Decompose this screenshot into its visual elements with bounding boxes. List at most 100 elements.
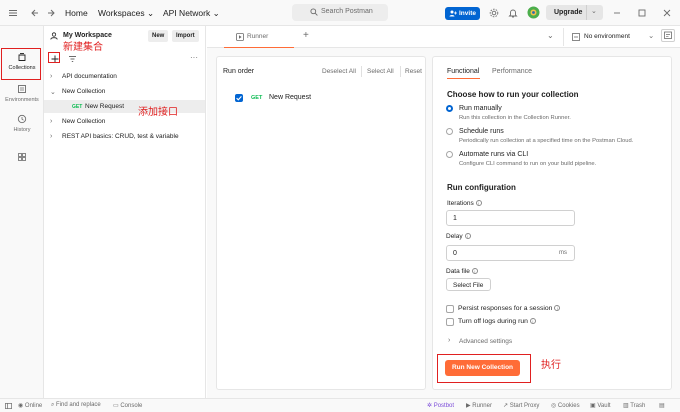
info-icon[interactable]: i <box>471 268 478 275</box>
tree-item-api-documentation[interactable]: › API documentation <box>44 70 205 83</box>
environment-label: No environment <box>584 33 630 40</box>
layout-icon[interactable]: ▤ <box>659 402 665 409</box>
status-start-proxy[interactable]: ↗ Start Proxy <box>503 402 539 409</box>
automate-cli-radio[interactable] <box>446 151 453 158</box>
minimize-icon[interactable] <box>612 8 622 18</box>
find-replace-icon: ⌕ <box>51 402 55 408</box>
annotation-box-collections <box>1 48 41 80</box>
chevron-right-icon[interactable]: › <box>448 337 450 344</box>
chevron-right-icon[interactable]: › <box>50 118 52 125</box>
tree-item-label: New Request <box>85 103 125 110</box>
grid-plus-icon <box>17 152 27 162</box>
status-trash-label: Trash <box>630 403 646 409</box>
info-icon[interactable]: i <box>464 233 471 240</box>
filter-icon[interactable] <box>68 55 77 63</box>
status-online[interactable]: ◉ Online <box>18 402 42 409</box>
info-icon[interactable]: i <box>554 305 561 312</box>
schedule-runs-title[interactable]: Schedule runs <box>459 128 504 135</box>
environment-quick-look-icon[interactable] <box>661 29 675 42</box>
info-icon[interactable]: i <box>529 318 536 325</box>
new-tab-plus-icon[interactable]: + <box>303 30 309 41</box>
run-order-item-checkbox[interactable] <box>235 94 243 102</box>
tree-item-label: New Collection <box>62 88 106 95</box>
run-order-panel: Run order Deselect All Select All Reset … <box>216 56 426 390</box>
tree-item-label: API documentation <box>62 73 117 80</box>
nav-home[interactable]: Home <box>65 8 88 18</box>
status-find-replace[interactable]: ⌕ Find and replace <box>51 402 101 409</box>
chevron-right-icon[interactable]: › <box>50 73 52 80</box>
new-button[interactable]: New <box>148 30 169 42</box>
settings-gear-icon[interactable] <box>489 8 499 18</box>
rail-environments[interactable]: Environments <box>0 84 44 103</box>
turn-off-logs-checkbox[interactable] <box>446 318 454 326</box>
avatar[interactable] <box>527 6 540 19</box>
chevron-right-icon[interactable]: › <box>50 133 52 140</box>
search-icon <box>310 8 318 16</box>
status-vault-label: Vault <box>597 403 611 409</box>
search-input[interactable]: Search Postman <box>292 4 388 21</box>
menu-icon[interactable] <box>8 8 18 18</box>
status-postbot-label: Postbot <box>433 403 455 409</box>
tab-performance[interactable]: Performance <box>492 68 532 75</box>
get-method-badge: GET <box>251 95 263 101</box>
status-trash[interactable]: ▥ Trash <box>623 402 645 409</box>
deselect-all-button[interactable]: Deselect All <box>322 68 356 75</box>
iterations-label: Iterations i <box>447 200 482 207</box>
nav-api-network[interactable]: API Network ⌄ <box>163 8 220 19</box>
rail-history[interactable]: History <box>0 114 44 133</box>
trash-icon: ▥ <box>623 403 629 409</box>
invite-button[interactable]: Invite <box>445 7 480 20</box>
select-all-button[interactable]: Select All <box>367 68 394 75</box>
reset-button[interactable]: Reset <box>405 68 422 75</box>
close-icon[interactable] <box>662 8 672 18</box>
info-icon[interactable]: i <box>475 200 482 207</box>
divider <box>361 66 362 77</box>
status-console[interactable]: ▭ Console <box>113 402 142 409</box>
run-configuration-heading: Run configuration <box>447 183 516 192</box>
chevron-down-icon: ⌄ <box>212 8 220 18</box>
tree-item-label: New Collection <box>62 118 106 125</box>
tree-item-label: REST API basics: CRUD, test & variable <box>62 133 179 140</box>
status-find-replace-label: Find and replace <box>56 402 101 408</box>
nav-workspaces[interactable]: Workspaces ⌄ <box>98 8 154 19</box>
invite-label: Invite <box>459 10 476 17</box>
more-options-icon[interactable]: ··· <box>190 53 198 62</box>
status-runner[interactable]: ▶ Runner <box>466 402 492 409</box>
maximize-icon[interactable] <box>637 8 647 18</box>
schedule-runs-radio[interactable] <box>446 128 453 135</box>
forward-arrow-icon[interactable] <box>46 8 56 18</box>
chevron-down-icon[interactable]: ⌄ <box>547 31 554 40</box>
status-cookies[interactable]: ◎ Cookies <box>551 402 580 409</box>
tab-runner[interactable]: Runner <box>224 26 294 48</box>
chevron-down-icon[interactable]: ⌄ <box>591 7 597 15</box>
select-file-button[interactable]: Select File <box>446 278 491 291</box>
environment-selector[interactable]: No environment ⌄ <box>563 28 680 46</box>
tree-item-new-collection-2[interactable]: › New Collection <box>44 115 205 128</box>
upgrade-button[interactable]: Upgrade ⌄ <box>546 5 603 20</box>
notification-bell-icon[interactable] <box>508 8 518 18</box>
tree-item-new-collection[interactable]: ⌄ New Collection <box>44 85 205 98</box>
back-arrow-icon[interactable] <box>30 8 40 18</box>
chevron-down-icon[interactable]: ⌄ <box>50 88 56 96</box>
persist-responses-label[interactable]: Persist responses for a session i <box>458 305 561 312</box>
import-button[interactable]: Import <box>172 30 199 42</box>
delay-input[interactable]: 0 ms <box>446 245 575 261</box>
advanced-settings-toggle[interactable]: Advanced settings <box>459 338 512 345</box>
run-order-item[interactable]: GET New Request <box>217 91 425 107</box>
automate-cli-title[interactable]: Automate runs via CLI <box>459 151 528 158</box>
iterations-value: 1 <box>453 214 457 222</box>
run-manually-radio[interactable] <box>446 105 453 112</box>
tree-item-new-request[interactable]: GET New Request <box>44 100 205 113</box>
rail-configure[interactable] <box>0 152 44 165</box>
turn-off-logs-label[interactable]: Turn off logs during run i <box>458 318 536 325</box>
status-cookies-label: Cookies <box>557 403 580 409</box>
tab-functional[interactable]: Functional <box>447 68 479 75</box>
tree-item-rest-api-basics[interactable]: › REST API basics: CRUD, test & variable <box>44 130 205 143</box>
sidebar-toggle-icon[interactable] <box>5 403 12 409</box>
run-manually-title[interactable]: Run manually <box>459 105 502 112</box>
iterations-input[interactable]: 1 <box>446 210 575 226</box>
status-vault[interactable]: ▣ Vault <box>590 402 611 409</box>
persist-responses-checkbox[interactable] <box>446 305 454 313</box>
status-bar: ◉ Online ⌕ Find and replace ▭ Console ✲ … <box>0 398 680 412</box>
status-postbot[interactable]: ✲ Postbot <box>427 402 454 409</box>
